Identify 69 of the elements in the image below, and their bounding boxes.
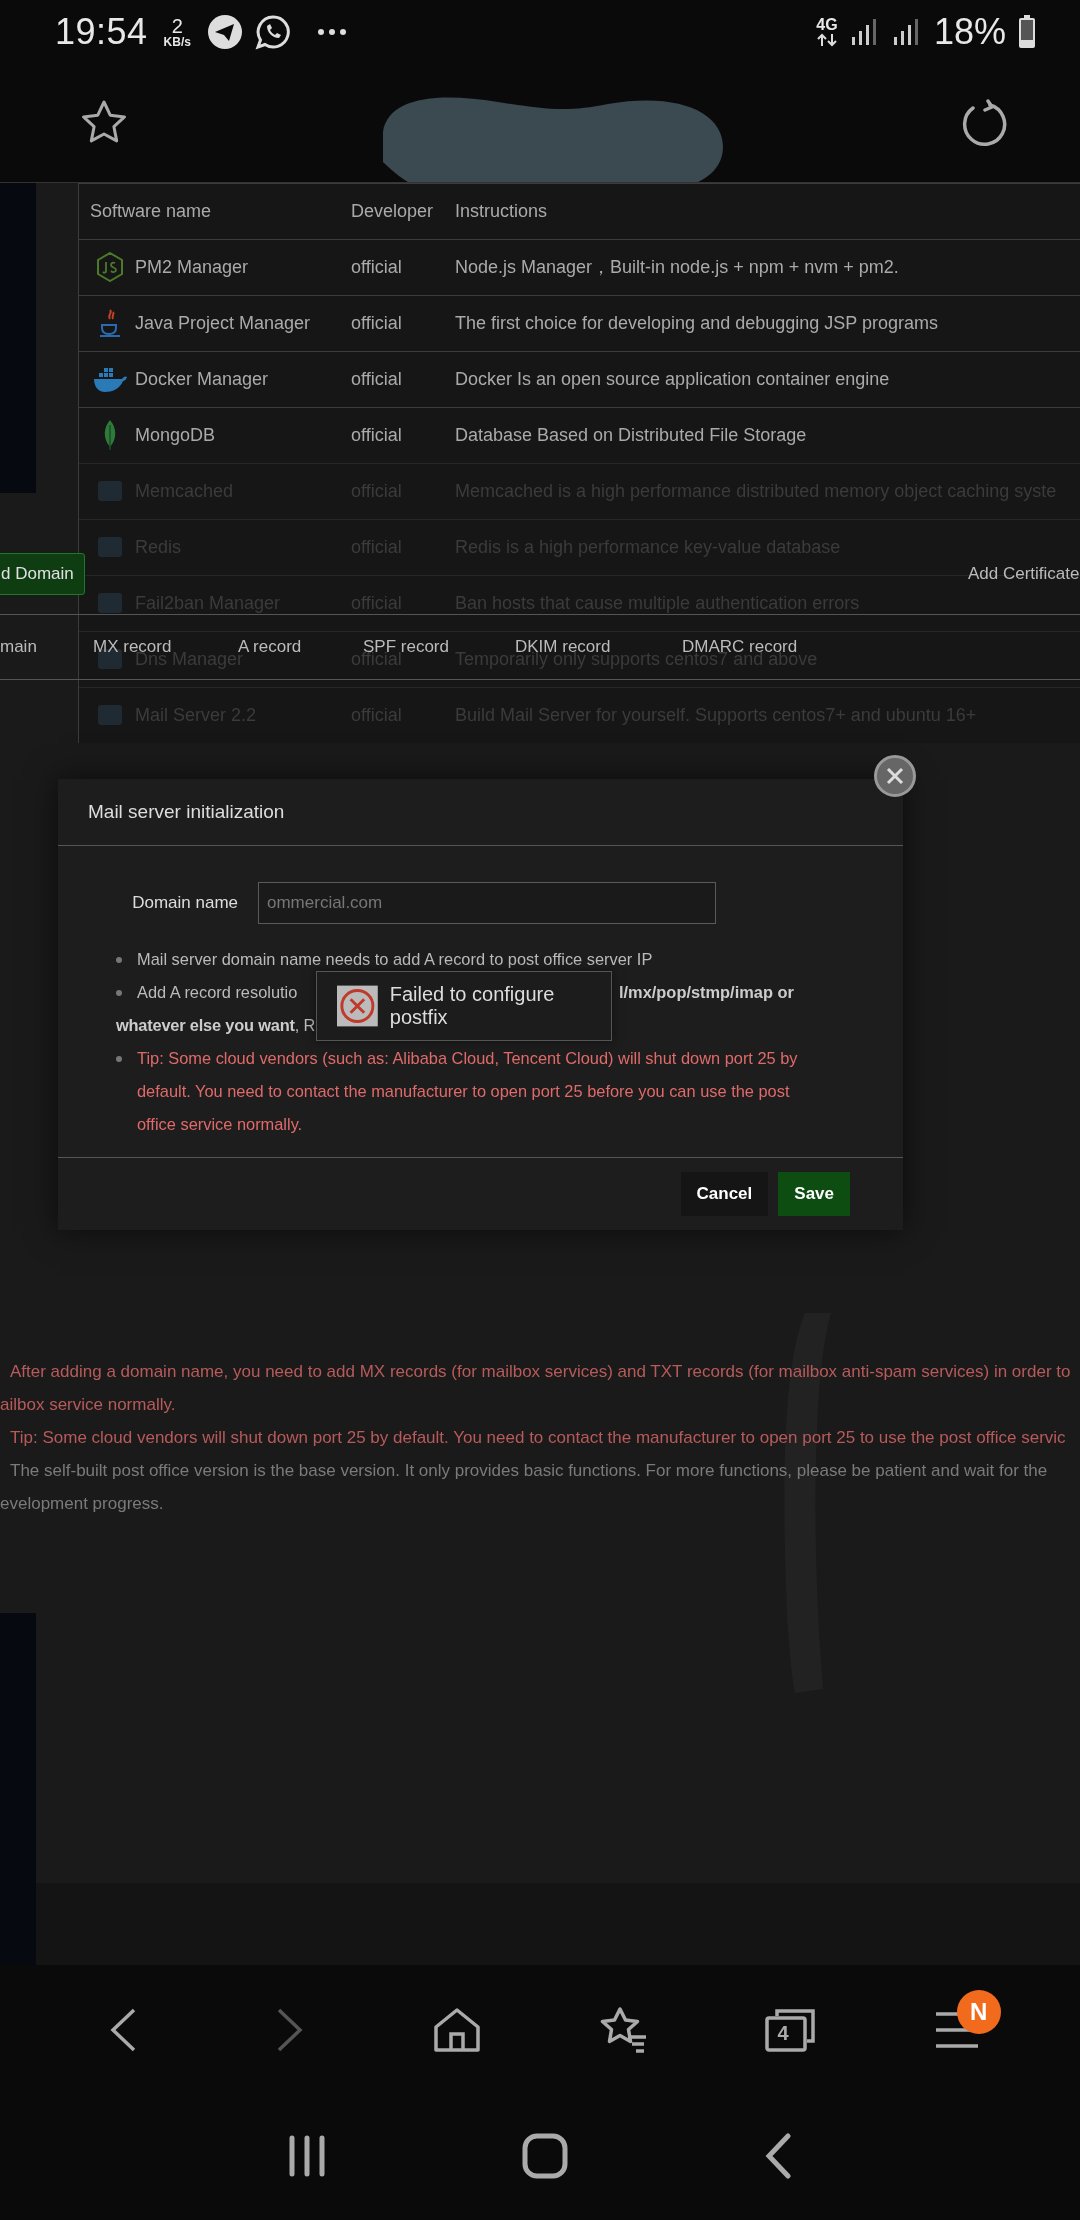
- close-icon: [885, 765, 905, 786]
- close-button[interactable]: [874, 754, 916, 797]
- tab-count: 4: [776, 2020, 790, 2046]
- tabs-button[interactable]: 4: [759, 2000, 820, 2061]
- app-icon: [96, 591, 124, 616]
- cancel-button[interactable]: Cancel: [680, 1171, 769, 1216]
- developer-cell-text: official: [351, 424, 403, 446]
- hint-text: whatever else you want, R: [116, 1014, 316, 1036]
- description-cell-text: Docker Is an open source application container engine: [455, 368, 891, 390]
- star-list-icon: [598, 2007, 649, 2054]
- bullet-icon: [116, 1055, 122, 1062]
- software-name: Docker Manager: [135, 368, 269, 390]
- rounded-square-icon: [522, 2133, 568, 2180]
- record-column-header: DMARC record: [682, 636, 798, 656]
- domain-input[interactable]: ommercial.com: [258, 881, 716, 924]
- warning-text: Tip: Some cloud vendors (such as: Alibaba Cloud, Tencent Cloud) will shut down port 25 by default. You need to contact the manufacturer to open port 25 before you can use the post office service normally.: [137, 1047, 799, 1135]
- toast-message: Failed to configure postfix: [389, 982, 556, 1029]
- description-cell-text: Node.js Manager，Built-in node.js + npm + nvm + pm2.: [455, 256, 900, 280]
- hint-text: l/mx/pop/stmp/imap or: [619, 981, 794, 1003]
- developer-cell-text: official: [351, 256, 403, 278]
- data-arrows-icon: [815, 33, 838, 47]
- more-dots-icon: [316, 28, 347, 36]
- add-domain-button[interactable]: d Domain: [0, 552, 85, 595]
- field-label: Domain name: [131, 892, 239, 913]
- warning-note: Tip: Some cloud vendors will shut down port 25 by default. You need to contact the manufacturer to open port 25 to use the post office servic: [10, 1427, 1066, 1447]
- column-header: Instructions: [455, 200, 549, 222]
- software-name: Java Project Manager: [135, 312, 311, 334]
- info-note: The self-built post office version is the base version. It only provides basic functions. For more functions, please be patient and wait for the: [10, 1460, 1048, 1480]
- three-bars-icon: [287, 2135, 328, 2178]
- speed-value: 2: [171, 16, 183, 36]
- stacked-pages-icon: [764, 2008, 815, 2053]
- speed-unit: KB/s: [163, 36, 191, 48]
- save-button[interactable]: Save: [778, 1171, 850, 1216]
- app-icon: [96, 479, 124, 504]
- bullet-icon: [116, 956, 122, 963]
- info-note: evelopment progress.: [0, 1493, 164, 1513]
- record-column-header: main: [0, 636, 37, 657]
- error-icon: [337, 984, 378, 1027]
- paper-plane-icon: [206, 14, 243, 50]
- coffee-cup-icon: [98, 308, 122, 339]
- battery-icon: [1018, 15, 1036, 49]
- battery-percent: 18%: [933, 11, 1006, 53]
- developer-cell-text: official: [351, 312, 403, 334]
- software-name: MongoDB: [135, 424, 216, 446]
- hexagon-icon: [96, 252, 124, 283]
- leaf-icon: [102, 419, 118, 452]
- chat-bubble-icon: [254, 14, 291, 50]
- notification-badge: N: [956, 1990, 1001, 2035]
- add-certificate-button[interactable]: Add Certificate: [968, 552, 1080, 595]
- hint-text: Add A record resolutio: [137, 981, 298, 1003]
- app-icon: [96, 703, 124, 728]
- software-name: PM2 Manager: [135, 256, 249, 278]
- column-header: Software name: [89, 200, 213, 222]
- house-icon: [432, 2007, 481, 2054]
- record-column-header: A record: [238, 636, 302, 656]
- warning-note: ailbox service normally.: [0, 1394, 176, 1414]
- app-icon: [96, 535, 124, 560]
- clock-time: 19:54: [55, 11, 148, 53]
- warning-note: After adding a domain name, you need to add MX records (for mailbox services) and TXT records (for mailbox anti-spam services) in order to: [10, 1361, 1071, 1381]
- description-cell-text: The first choice for developing and debugging JSP programs: [455, 312, 939, 334]
- hint-text: Mail server domain name needs to add A record to post office server IP: [137, 948, 653, 970]
- column-header: Developer: [351, 200, 435, 222]
- description-cell-text: Database Based on Distributed File Storage: [455, 424, 808, 446]
- refresh-icon[interactable]: [960, 98, 1008, 147]
- network-type: 4G: [816, 17, 838, 33]
- bullet-icon: [116, 989, 122, 996]
- developer-cell-text: official: [351, 368, 403, 390]
- chevron-right-icon: [275, 2007, 305, 2054]
- whale-icon: [93, 365, 127, 394]
